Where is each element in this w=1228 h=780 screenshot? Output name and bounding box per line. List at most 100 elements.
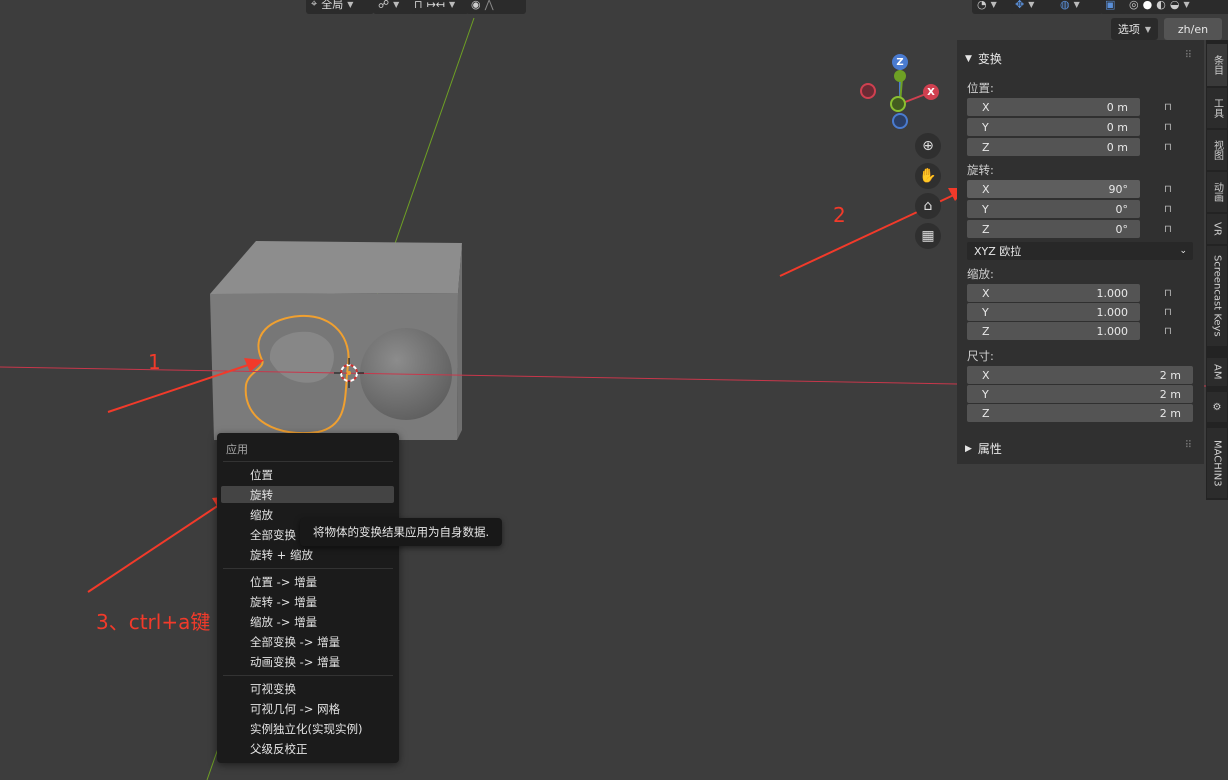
scale-label: 缩放: — [967, 267, 994, 281]
overlays-dropdown[interactable]: ◍ ▼ — [1055, 0, 1103, 14]
menu-item-rotation-to-deltas[interactable]: 旋转 -> 增量 — [221, 593, 394, 610]
camera-icon[interactable]: ⌂ — [915, 193, 941, 219]
menu-item-visual-geometry-to-mesh[interactable]: 可视几何 -> 网格 — [221, 700, 394, 717]
sidebar-tabs: 条目 工具 视图 动画 VR Screencast Keys AM ⚙ MACH… — [1206, 40, 1228, 500]
tab-addon[interactable]: ⚙ — [1207, 392, 1227, 422]
menu-item-location[interactable]: 位置 — [221, 466, 394, 483]
apply-context-menu: 应用 位置 旋转 缩放 全部变换 旋转 + 缩放 位置 -> 增量 旋转 -> … — [217, 433, 399, 763]
transform-panel-header[interactable]: ▼ 变换 — [965, 50, 1002, 67]
menu-item-parent-inverse[interactable]: 父级反校正 — [221, 740, 394, 757]
rotation-label: 旋转: — [967, 163, 994, 177]
location-y-field[interactable]: Y0 m — [967, 118, 1140, 136]
pivot-icon: ☍ — [378, 0, 390, 11]
dimensions-z-field[interactable]: Z2 m — [967, 404, 1193, 422]
dimensions-y-field[interactable]: Y2 m — [967, 385, 1193, 403]
tab-view[interactable]: 视图 — [1207, 130, 1227, 170]
lock-icon[interactable]: ⊓ — [1164, 122, 1178, 133]
perspective-grid-icon[interactable]: ▦ — [915, 223, 941, 249]
proportional-edit-toggle[interactable]: ◉ ⋀ — [466, 0, 526, 14]
lock-icon[interactable]: ⊓ — [1164, 288, 1178, 299]
properties-panel-header[interactable]: ▶ 属性 — [965, 440, 1002, 457]
gizmo-neg-z-axis[interactable] — [892, 113, 908, 129]
tooltip: 将物体的变换结果应用为自身数据. — [300, 518, 503, 546]
lock-icon[interactable]: ⊓ — [1164, 326, 1178, 337]
solid-shading-icon[interactable]: ● — [1143, 0, 1153, 11]
gizmo-neg-x-axis[interactable] — [860, 83, 876, 99]
sidebar-panel: ▼ 变换 ⠿ 位置: X0 m Y0 m Z0 m ⊓ ⊓ ⊓ 旋转: X 90°… — [957, 40, 1204, 464]
menu-item-scale-to-deltas[interactable]: 缩放 -> 增量 — [221, 613, 394, 630]
lock-icon[interactable]: ⊓ — [1164, 307, 1178, 318]
menu-item-rotation-scale[interactable]: 旋转 + 缩放 — [221, 546, 394, 563]
rotation-z-field[interactable]: Z 0° — [967, 220, 1140, 238]
rotation-y-field[interactable]: Y 0° — [967, 200, 1140, 218]
drag-handle-icon[interactable]: ⠿ — [1185, 50, 1192, 61]
rendered-shading-icon[interactable]: ◒ — [1170, 0, 1180, 11]
gizmo-x-axis[interactable]: X — [923, 84, 939, 100]
gizmo-icon: ✥ — [1015, 0, 1025, 11]
menu-item-visual-transform[interactable]: 可视变换 — [221, 680, 394, 697]
chevron-down-icon: ▼ — [1028, 0, 1035, 9]
tab-screencast-keys[interactable]: Screencast Keys — [1207, 246, 1227, 346]
tab-am[interactable]: AM — [1207, 358, 1227, 386]
annotation-label-3: 3、ctrl+a键 — [96, 610, 211, 634]
tab-vr[interactable]: VR — [1207, 214, 1227, 244]
rotation-mode-select[interactable]: XYZ 欧拉 ⌄ — [967, 242, 1193, 260]
lock-icon[interactable]: ⊓ — [1164, 102, 1178, 113]
chevron-down-icon: ▼ — [393, 0, 400, 9]
options-dropdown[interactable]: 选项 ▼ — [1111, 18, 1158, 40]
location-z-field[interactable]: Z0 m — [967, 138, 1140, 156]
location-label: 位置: — [967, 81, 994, 95]
falloff-icon: ⋀ — [484, 0, 494, 11]
magnet-icon: ⊓ — [414, 0, 423, 11]
tab-item[interactable]: 条目 — [1207, 44, 1227, 86]
pan-hand-icon[interactable]: ✋ — [915, 163, 941, 189]
lock-icon[interactable]: ⊓ — [1164, 184, 1178, 195]
chevron-down-icon: ▼ — [965, 53, 972, 64]
lock-icon[interactable]: ⊓ — [1164, 204, 1178, 215]
gizmo-z-axis[interactable]: Z — [892, 54, 908, 70]
selected-object[interactable] — [244, 314, 350, 435]
scale-z-field[interactable]: Z 1.000 — [967, 322, 1140, 340]
chevron-down-icon: ⌄ — [1179, 246, 1187, 256]
dimensions-label: 尺寸: — [967, 349, 994, 363]
chevron-down-icon: ▼ — [1183, 0, 1190, 9]
zoom-icon[interactable]: ⊕ — [915, 133, 941, 159]
eye-icon: ◔ — [977, 0, 987, 11]
menu-divider — [223, 568, 393, 569]
gizmo-neg-y-axis[interactable] — [890, 96, 906, 112]
gizmo-dropdown[interactable]: ✥ ▼ — [1010, 0, 1060, 14]
annotation-arrow-3 — [87, 496, 232, 593]
tab-tool[interactable]: 工具 — [1207, 88, 1227, 128]
drag-handle-icon[interactable]: ⠿ — [1185, 440, 1192, 451]
chevron-down-icon: ▼ — [347, 0, 354, 9]
annotation-label-1: 1 — [148, 350, 161, 374]
menu-item-anim-to-deltas[interactable]: 动画变换 -> 增量 — [221, 653, 394, 670]
tab-animation[interactable]: 动画 — [1207, 172, 1227, 212]
scale-x-field[interactable]: X 1.000 — [967, 284, 1140, 302]
lock-icon[interactable]: ⊓ — [1164, 224, 1178, 235]
lock-icon[interactable]: ⊓ — [1164, 142, 1178, 153]
tab-machin3[interactable]: MACHIN3 — [1207, 428, 1227, 498]
snap-toggle[interactable]: ⊓ ↦↤ ▼ — [409, 0, 469, 14]
orientation-icon: ⌖ — [311, 0, 318, 10]
gear-icon: ⚙ — [1212, 401, 1222, 413]
x-axis-line — [0, 366, 958, 385]
menu-item-make-instances-real[interactable]: 实例独立化(实现实例) — [221, 720, 394, 737]
annotation-label-2: 2 — [833, 203, 846, 227]
material-shading-icon[interactable]: ◐ — [1156, 0, 1166, 11]
gizmo-y-axis[interactable] — [894, 70, 906, 82]
menu-item-location-to-deltas[interactable]: 位置 -> 增量 — [221, 573, 394, 590]
shading-modes[interactable]: ◎ ● ◐ ◒ ▼ — [1124, 0, 1228, 14]
dimensions-x-field[interactable]: X2 m — [967, 366, 1193, 384]
rotation-x-field[interactable]: X 90° — [967, 180, 1140, 198]
wireframe-shading-icon[interactable]: ◎ — [1129, 0, 1139, 11]
location-x-field[interactable]: X0 m — [967, 98, 1140, 116]
menu-item-rotation[interactable]: 旋转 — [221, 486, 394, 503]
overlays-icon: ◍ — [1060, 0, 1070, 11]
chevron-down-icon: ▼ — [449, 0, 456, 9]
scale-y-field[interactable]: Y 1.000 — [967, 303, 1140, 321]
language-toggle-button[interactable]: zh/en — [1164, 18, 1222, 40]
menu-item-all-to-deltas[interactable]: 全部变换 -> 增量 — [221, 633, 394, 650]
transform-orientation-dropdown[interactable]: ⌖ 全局 ▼ — [306, 0, 374, 14]
pivot-point-dropdown[interactable]: ☍ ▼ — [373, 0, 413, 14]
